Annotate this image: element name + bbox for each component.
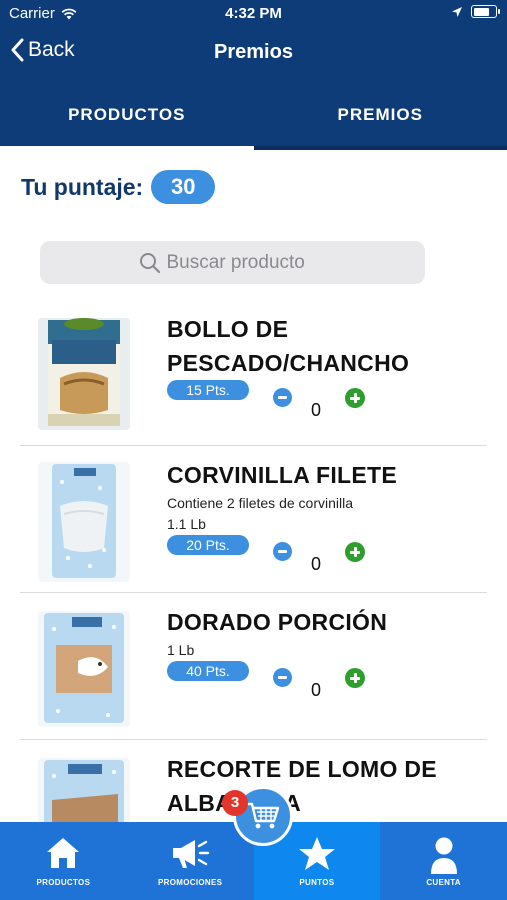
battery-icon	[471, 5, 500, 18]
navigation-bar: Back Premios	[0, 28, 507, 80]
score-label: Tu puntaje:	[21, 173, 144, 200]
product-item[interactable]: CORVINILLA FILETE Contiene 2 filetes de …	[0, 446, 507, 593]
product-title: RECORTE DE LOMO DE ALBACORA	[167, 756, 437, 816]
increase-quantity-button[interactable]	[345, 668, 365, 688]
product-description: Contiene 2 filetes de corvinilla	[167, 495, 353, 511]
tab-bar-label: PROMOCIONES	[158, 878, 223, 887]
segment-tabs: PRODUCTOS PREMIOS	[0, 80, 507, 150]
decrease-quantity-button[interactable]	[273, 542, 292, 561]
status-right	[451, 5, 500, 18]
tab-bar-promociones[interactable]: PROMOCIONES	[127, 822, 254, 900]
quantity-value: 0	[311, 680, 322, 700]
increase-quantity-button[interactable]	[345, 388, 365, 408]
status-bar: Carrier 4:32 PM	[0, 0, 507, 28]
cart-count-badge: 3	[222, 790, 248, 816]
product-image	[38, 318, 130, 430]
product-image	[38, 462, 130, 582]
page-title: Premios	[214, 41, 293, 63]
score-section: Tu puntaje: 30	[21, 170, 216, 204]
quantity-value: 0	[311, 554, 322, 574]
decrease-quantity-button[interactable]	[273, 668, 292, 687]
points-badge: 20 Pts.	[167, 535, 249, 555]
location-arrow-icon	[452, 6, 462, 17]
tab-bar-label: PUNTOS	[299, 878, 335, 887]
product-title: DORADO PORCIÓN	[167, 609, 388, 635]
tab-premios[interactable]: PREMIOS	[253, 80, 507, 150]
product-item[interactable]: DORADO PORCIÓN 1 Lb 40 Pts. 0	[0, 593, 507, 740]
product-weight: 1.1 Lb	[167, 516, 206, 532]
star-icon	[298, 837, 335, 870]
increase-quantity-button[interactable]	[345, 542, 365, 562]
points-badge: 15 Pts.	[167, 380, 249, 400]
tab-bar-cuenta[interactable]: CUENTA	[380, 822, 507, 900]
tab-bar-productos[interactable]: PRODUCTOS	[0, 822, 127, 900]
product-list[interactable]: BOLLO DE PESCADO/CHANCHO 15 Pts. 0 CORVI…	[0, 300, 507, 822]
tab-bar-label: CUENTA	[426, 878, 461, 887]
product-item[interactable]: BOLLO DE PESCADO/CHANCHO 15 Pts. 0	[0, 300, 507, 446]
search-icon	[139, 252, 160, 273]
user-icon	[430, 837, 457, 874]
search-bar	[40, 241, 425, 284]
quantity-value: 0	[311, 400, 322, 420]
tab-bar-label: PRODUCTOS	[36, 878, 91, 887]
search-input[interactable]	[166, 251, 327, 274]
product-image	[38, 758, 130, 822]
score-value-badge: 30	[151, 170, 216, 204]
product-title: CORVINILLA FILETE	[167, 462, 397, 488]
product-weight: 1 Lb	[167, 642, 195, 658]
shopping-cart-icon	[246, 802, 280, 829]
tab-productos[interactable]: PRODUCTOS	[0, 80, 254, 150]
decrease-quantity-button[interactable]	[273, 388, 292, 407]
status-time: 4:32 PM	[225, 5, 282, 22]
home-icon	[47, 838, 80, 868]
megaphone-icon	[173, 840, 210, 868]
product-image	[38, 611, 130, 727]
points-badge: 40 Pts.	[167, 661, 249, 681]
product-title: BOLLO DE PESCADO/CHANCHO	[167, 316, 410, 376]
